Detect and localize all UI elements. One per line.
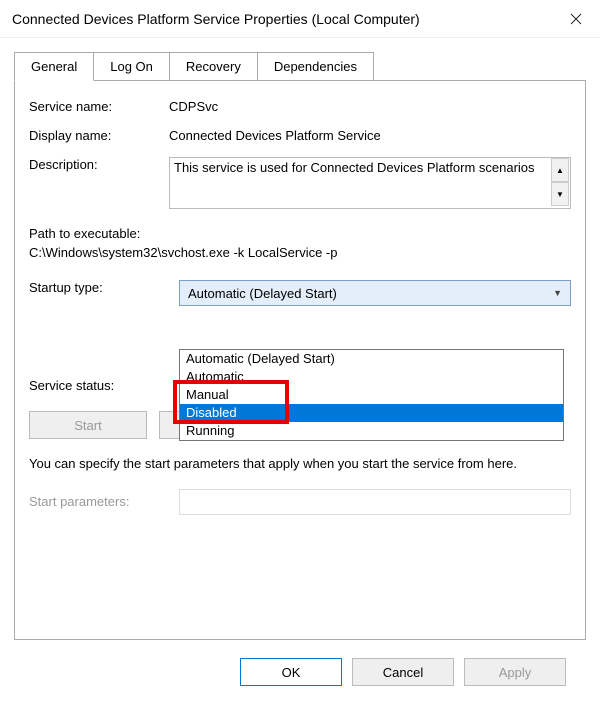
startup-type-combo[interactable]: Automatic (Delayed Start) ▼ [179, 280, 571, 306]
startup-opt-manual[interactable]: Manual [180, 386, 563, 404]
start-parameters-label: Start parameters: [29, 494, 179, 509]
close-button[interactable] [552, 0, 600, 38]
desc-scroll-up[interactable]: ▲ [551, 158, 569, 182]
tab-panel: Service name: CDPSvc Display name: Conne… [14, 80, 586, 640]
tab-general[interactable]: General [14, 52, 94, 81]
display-name-label: Display name: [29, 128, 169, 143]
startup-opt-auto-delayed[interactable]: Automatic (Delayed Start) [180, 350, 563, 368]
startup-type-label: Startup type: [29, 280, 179, 295]
path-label: Path to executable: [29, 226, 571, 241]
window-title: Connected Devices Platform Service Prope… [12, 11, 420, 27]
description-label: Description: [29, 157, 169, 172]
title-bar: Connected Devices Platform Service Prope… [0, 0, 600, 38]
ok-button[interactable]: OK [240, 658, 342, 686]
tab-recovery[interactable]: Recovery [170, 52, 258, 80]
close-icon [570, 13, 582, 25]
service-name-label: Service name: [29, 99, 169, 114]
tab-dependencies[interactable]: Dependencies [258, 52, 374, 80]
startup-opt-auto[interactable]: Automatic [180, 368, 563, 386]
start-parameters-input [179, 489, 571, 515]
startup-opt-disabled[interactable]: Disabled [180, 404, 563, 422]
startup-type-dropdown[interactable]: Automatic (Delayed Start) Automatic Manu… [179, 349, 564, 441]
service-name-value: CDPSvc [169, 99, 571, 114]
cancel-button[interactable]: Cancel [352, 658, 454, 686]
service-status-label: Service status: [29, 378, 179, 393]
tab-strip: General Log On Recovery Dependencies [14, 52, 586, 80]
apply-button: Apply [464, 658, 566, 686]
startup-type-selected: Automatic (Delayed Start) [188, 286, 337, 301]
description-text[interactable] [169, 157, 571, 209]
startup-opt-running-peek: Running [180, 422, 563, 440]
display-name-value: Connected Devices Platform Service [169, 128, 571, 143]
tab-logon[interactable]: Log On [94, 52, 170, 80]
path-value: C:\Windows\system32\svchost.exe -k Local… [29, 245, 571, 260]
hint-text: You can specify the start parameters tha… [29, 455, 571, 473]
desc-scroll-down[interactable]: ▼ [551, 182, 569, 206]
chevron-down-icon: ▼ [553, 288, 562, 298]
start-button: Start [29, 411, 147, 439]
